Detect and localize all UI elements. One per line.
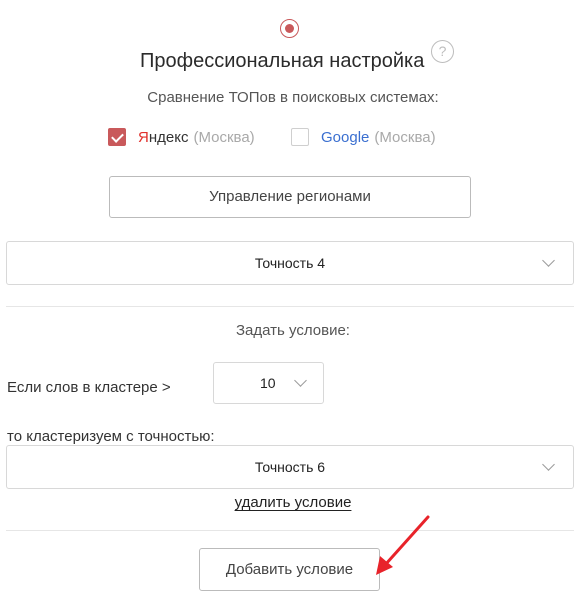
condition-precision-value: Точность 6: [254, 459, 326, 475]
yandex-label: Яндекс: [138, 128, 189, 146]
checkbox-checked-icon[interactable]: [108, 128, 126, 146]
google-region[interactable]: (Москва): [374, 129, 435, 146]
divider: [6, 530, 574, 531]
annotation-arrow-icon: [376, 515, 430, 575]
yandex-region[interactable]: (Москва): [193, 129, 254, 146]
word-count-select[interactable]: 10: [213, 362, 324, 404]
google-label: Google: [321, 128, 370, 146]
condition-precision-select[interactable]: Точность 6: [6, 445, 574, 489]
precision-condition-label: то кластеризуем с точностью:: [7, 428, 215, 445]
google-engine-option[interactable]: Google (Москва): [291, 126, 436, 148]
condition-title: Задать условие:: [236, 322, 350, 339]
if-words-label: Если слов в кластере >: [7, 379, 171, 396]
precision-select-value: Точность 4: [254, 255, 326, 271]
delete-condition-link[interactable]: удалить условие: [235, 494, 352, 511]
page-title: Профессиональная настройка: [140, 50, 425, 72]
comparison-subtitle: Сравнение ТОПов в поисковых системах:: [147, 89, 439, 106]
delete-condition-link-row: удалить условие: [0, 494, 586, 511]
chevron-down-icon: [294, 374, 307, 387]
yandex-engine-option[interactable]: Яндекс (Москва): [108, 126, 255, 148]
manage-regions-button[interactable]: Управление регионами: [109, 176, 471, 218]
mode-radio-selected-icon[interactable]: [280, 19, 299, 38]
checkbox-unchecked-icon[interactable]: [291, 128, 309, 146]
add-condition-button[interactable]: Добавить условие: [199, 548, 380, 591]
divider: [6, 306, 574, 307]
help-icon[interactable]: ?: [431, 40, 454, 63]
word-count-value: 10: [260, 375, 276, 391]
precision-select[interactable]: Точность 4: [6, 241, 574, 285]
